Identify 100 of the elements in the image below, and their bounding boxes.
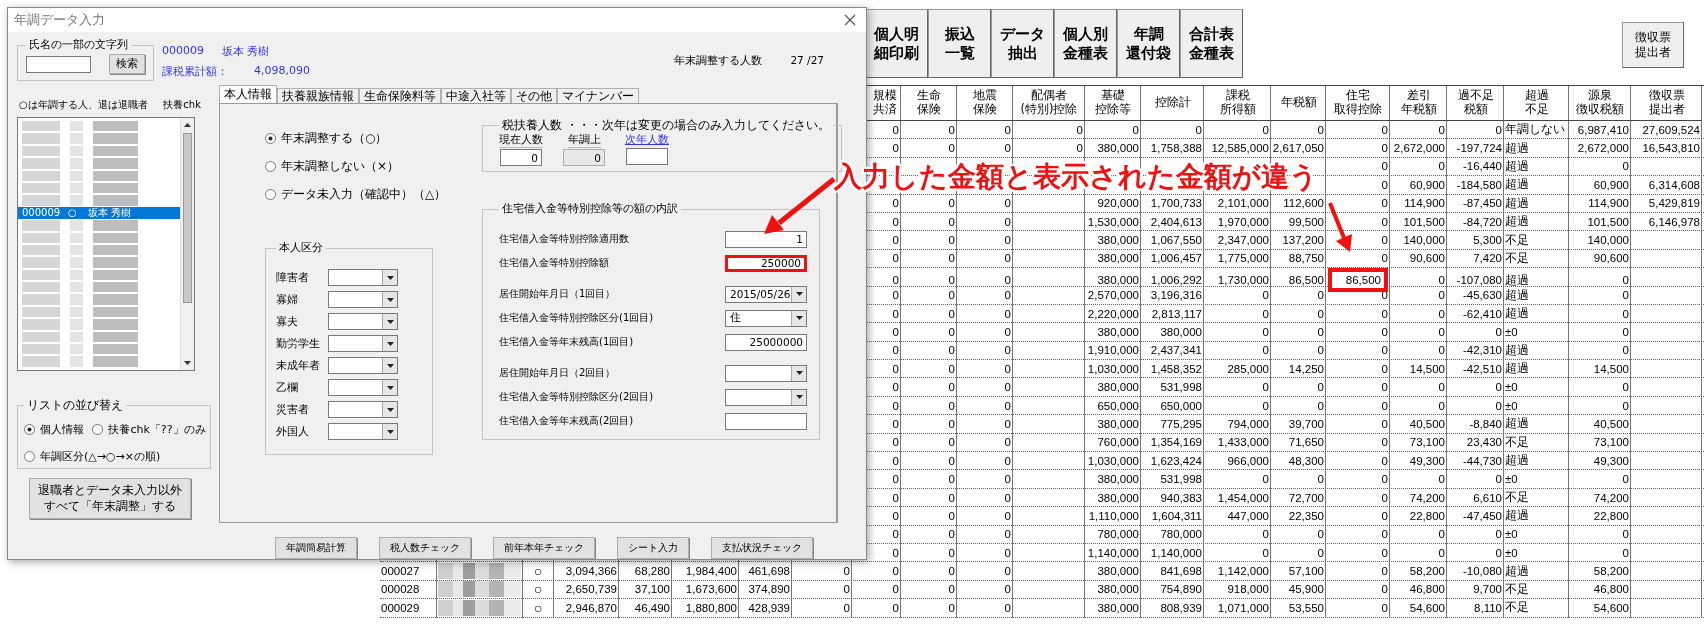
radio-option[interactable]: 扶養chk「??」のみ <box>92 422 206 437</box>
table-cell: 不足 <box>1505 434 1529 450</box>
text-field[interactable]: 25000000 <box>725 333 807 351</box>
text-field[interactable]: 250000 <box>725 254 807 272</box>
action-button[interactable]: 支払状況チェック <box>711 537 813 559</box>
table-cell: 0 <box>1076 142 1083 155</box>
field-label: 災害者 <box>276 402 310 417</box>
table-cell: 0 <box>1495 473 1502 486</box>
action-button[interactable]: シート入力 <box>617 537 689 559</box>
dropdown[interactable] <box>725 364 807 382</box>
dropdown[interactable] <box>328 379 398 396</box>
table-cell: 0 <box>1262 344 1269 357</box>
table-cell: 46,800 <box>1409 583 1445 596</box>
scroll-up-icon[interactable] <box>184 123 191 127</box>
radio-icon[interactable] <box>24 424 35 435</box>
toolbar-button[interactable]: 個人別 金種表 <box>1054 9 1117 78</box>
table-cell: ±0 <box>1505 528 1518 541</box>
table-cell: 0 <box>1381 583 1388 596</box>
radio-option[interactable]: 個人情報 <box>24 422 85 437</box>
table-cell: 0 <box>1004 436 1011 449</box>
table-cell: 0 <box>892 546 899 559</box>
field-label: 寡婦 <box>276 292 299 307</box>
toolbar-button[interactable]: 個人明 細印刷 <box>865 9 928 78</box>
action-button[interactable]: 年調簡易計算 <box>275 537 357 559</box>
text-field[interactable] <box>725 412 807 430</box>
table-cell: 2,347,000 <box>1217 234 1269 247</box>
close-icon[interactable] <box>844 14 856 26</box>
list-item[interactable]: 000009 ○ 坂本 秀樹 <box>18 206 180 220</box>
taxable-label: 課税累計額： <box>162 64 228 79</box>
radio-option[interactable]: データ未入力（確認中）（△） <box>265 186 482 203</box>
scroll-down-icon[interactable] <box>184 361 191 365</box>
radio-option[interactable]: 年末調整しない（×） <box>265 158 482 175</box>
tab[interactable]: 扶養親族情報 <box>277 88 359 103</box>
table-cell: 0 <box>948 583 955 596</box>
dropdown[interactable] <box>328 423 398 440</box>
radio-icon[interactable] <box>265 189 276 200</box>
bulk-adjust-button[interactable]: 退職者とデータ未入力以外 すべて「年末調整」する <box>29 478 191 520</box>
dropdown[interactable]: 住 <box>725 309 807 327</box>
dropdown[interactable] <box>328 357 398 374</box>
dropdown[interactable] <box>328 313 398 330</box>
toolbar-button[interactable]: データ 抽出 <box>991 9 1054 78</box>
radio-icon[interactable] <box>92 424 104 435</box>
search-button[interactable]: 検索 <box>109 54 145 74</box>
column-header: 源泉 徴収税額 <box>1569 86 1631 121</box>
scrollbar[interactable] <box>180 118 194 370</box>
scroll-thumb[interactable] <box>183 133 192 303</box>
table-cell: ±0 <box>1505 546 1518 559</box>
tab[interactable]: その他 <box>511 88 557 103</box>
toolbar-button[interactable]: 徴収票 提出者 <box>1622 22 1684 68</box>
toolbar-button[interactable]: 合計表 金種表 <box>1180 9 1243 78</box>
action-button[interactable]: 前年本年チェック <box>493 537 595 559</box>
table-cell: 12,585,000 <box>1211 142 1269 155</box>
table-cell: 000028 <box>381 583 420 596</box>
table-cell: 0 <box>892 583 899 596</box>
dropdown[interactable] <box>328 291 398 308</box>
radio-icon[interactable] <box>265 161 276 172</box>
table-cell: 0 <box>1381 381 1388 394</box>
tab[interactable]: 生命保険料等 <box>359 88 441 103</box>
dropdown[interactable] <box>328 269 398 286</box>
table-cell: 74,200 <box>1593 491 1629 504</box>
action-button[interactable]: 税人数チェック <box>379 537 471 559</box>
tab[interactable]: 中途入社等 <box>441 88 511 103</box>
search-field[interactable] <box>26 55 91 73</box>
number-field[interactable]: 0 <box>500 149 542 166</box>
dropdown[interactable] <box>725 388 807 406</box>
table-cell: 285,000 <box>1227 362 1269 375</box>
table-cell: 0 <box>843 583 850 596</box>
field-label: 住宅借入金等特別控除区分(1回目) <box>499 311 654 325</box>
table-cell: 380,000 <box>1097 491 1139 504</box>
tab[interactable]: 本人情報 <box>219 85 277 103</box>
radio-icon[interactable] <box>24 451 35 462</box>
table-cell: 918,000 <box>1227 583 1269 596</box>
table-cell: 14,500 <box>1593 362 1629 375</box>
table-cell: 超過 <box>1505 195 1529 211</box>
table-cell: 966,000 <box>1227 454 1269 467</box>
table-cell: 0 <box>1622 546 1629 559</box>
radio-option[interactable]: 年末調整する（○） <box>265 130 482 147</box>
link-label[interactable]: 次年人数 <box>625 133 669 147</box>
dropdown[interactable]: 2015/05/26 <box>725 285 807 303</box>
table-cell: 0 <box>948 473 955 486</box>
table-cell: 140,000 <box>1587 234 1629 247</box>
column-header: 控除計 <box>1141 86 1204 121</box>
table-cell: 超過 <box>1505 342 1529 358</box>
group-title: 住宅借入金等特別控除等の額の内訳 <box>501 202 679 216</box>
radio-option[interactable]: 年調区分(△→○→×の順) <box>24 449 206 464</box>
radio-icon[interactable] <box>265 133 276 144</box>
table-cell: 0 <box>892 252 899 265</box>
table-cell: 1,433,000 <box>1217 436 1269 449</box>
table-cell: 88,750 <box>1288 252 1324 265</box>
dropdown[interactable] <box>328 401 398 418</box>
tab[interactable]: マイナンバー <box>557 88 639 103</box>
dropdown[interactable] <box>328 335 398 352</box>
table-cell: 0 <box>1381 142 1388 155</box>
text-field[interactable]: 1 <box>725 230 807 248</box>
table-cell: 0 <box>1381 417 1388 430</box>
table-cell: 46,490 <box>634 601 670 614</box>
toolbar-button[interactable]: 年調 還付袋 <box>1117 9 1180 78</box>
toolbar-button[interactable]: 振込 一覧 <box>928 9 991 78</box>
number-field[interactable] <box>626 148 668 165</box>
table-cell: 2,672,000 <box>1393 142 1445 155</box>
